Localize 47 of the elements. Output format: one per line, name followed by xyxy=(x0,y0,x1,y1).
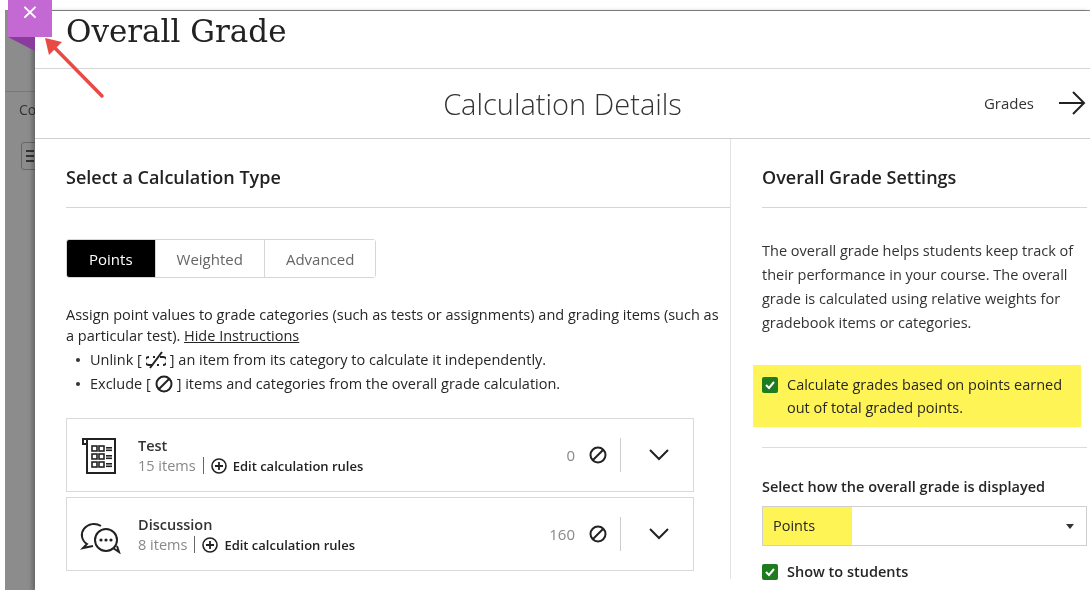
dropdown-caret-icon xyxy=(1066,523,1074,529)
section-heading: Select a Calculation Type xyxy=(66,139,730,208)
item-count: 8 items xyxy=(138,536,196,553)
fold-icon xyxy=(8,37,35,51)
item-count: 15 items xyxy=(138,457,204,474)
calculation-tab[interactable]: Points xyxy=(67,240,155,277)
checkbox-label: Show to students xyxy=(787,561,909,583)
display-select[interactable]: Points xyxy=(762,506,1087,546)
instruction-text: ] items and categories from the overall grade calculation. xyxy=(176,373,561,395)
expand-button[interactable] xyxy=(649,449,669,461)
edit-rules-link[interactable]: Edit calculation rules xyxy=(210,456,364,475)
expand-button[interactable] xyxy=(649,528,669,540)
points-value: 0 xyxy=(566,445,575,465)
checkbox-label: Calculate grades based on points earned out of total graded points. xyxy=(787,374,1064,419)
grades-link[interactable]: Grades xyxy=(983,93,1034,114)
checkbox[interactable] xyxy=(762,564,778,580)
arrow-right-icon xyxy=(1058,91,1086,116)
exclude-button[interactable] xyxy=(589,517,621,551)
category-name: Discussion xyxy=(138,514,214,534)
panel-title: Overall Grade xyxy=(66,12,288,51)
select-value: Points xyxy=(763,507,852,545)
plus-circle-icon xyxy=(202,536,219,553)
instruction-text: Unlink [ xyxy=(90,349,142,371)
plus-circle-icon xyxy=(210,457,227,474)
exclude-icon xyxy=(589,446,607,464)
checkbox[interactable] xyxy=(762,377,778,393)
chevron-down-icon xyxy=(649,449,669,461)
unlink-icon xyxy=(145,351,166,369)
section-title: Calculation Details xyxy=(443,83,682,123)
bullet-icon xyxy=(76,382,80,386)
bullet-icon xyxy=(76,358,80,362)
description-text: The overall grade helps students keep track of their performance in your course. The overall grade is calculated using relative weights for gradebook items or categories. xyxy=(762,240,1075,334)
section-heading: Overall Grade Settings xyxy=(762,139,1087,208)
instructions-text: Assign point values to grade categories (such as tests or assignments) and grading items (such as a particular test). Hide Instructions xyxy=(66,304,720,346)
instruction-text: ] an item from its category to calculate it independently. xyxy=(169,349,547,371)
hide-instructions-link[interactable]: Hide Instructions xyxy=(184,326,300,345)
calculation-tab[interactable]: Advanced xyxy=(263,240,376,277)
points-value: 160 xyxy=(549,524,575,544)
edit-rules-link[interactable]: Edit calculation rules xyxy=(202,535,356,554)
exclude-icon xyxy=(589,525,607,543)
menu-icon xyxy=(26,150,34,162)
instruction-text: Exclude [ xyxy=(90,373,151,395)
category-name: Test xyxy=(138,435,169,455)
chevron-down-icon xyxy=(649,528,669,540)
exclude-button[interactable] xyxy=(589,438,621,472)
exclude-icon xyxy=(154,375,173,393)
field-label: Select how the overall grade is displayed xyxy=(762,477,1047,496)
